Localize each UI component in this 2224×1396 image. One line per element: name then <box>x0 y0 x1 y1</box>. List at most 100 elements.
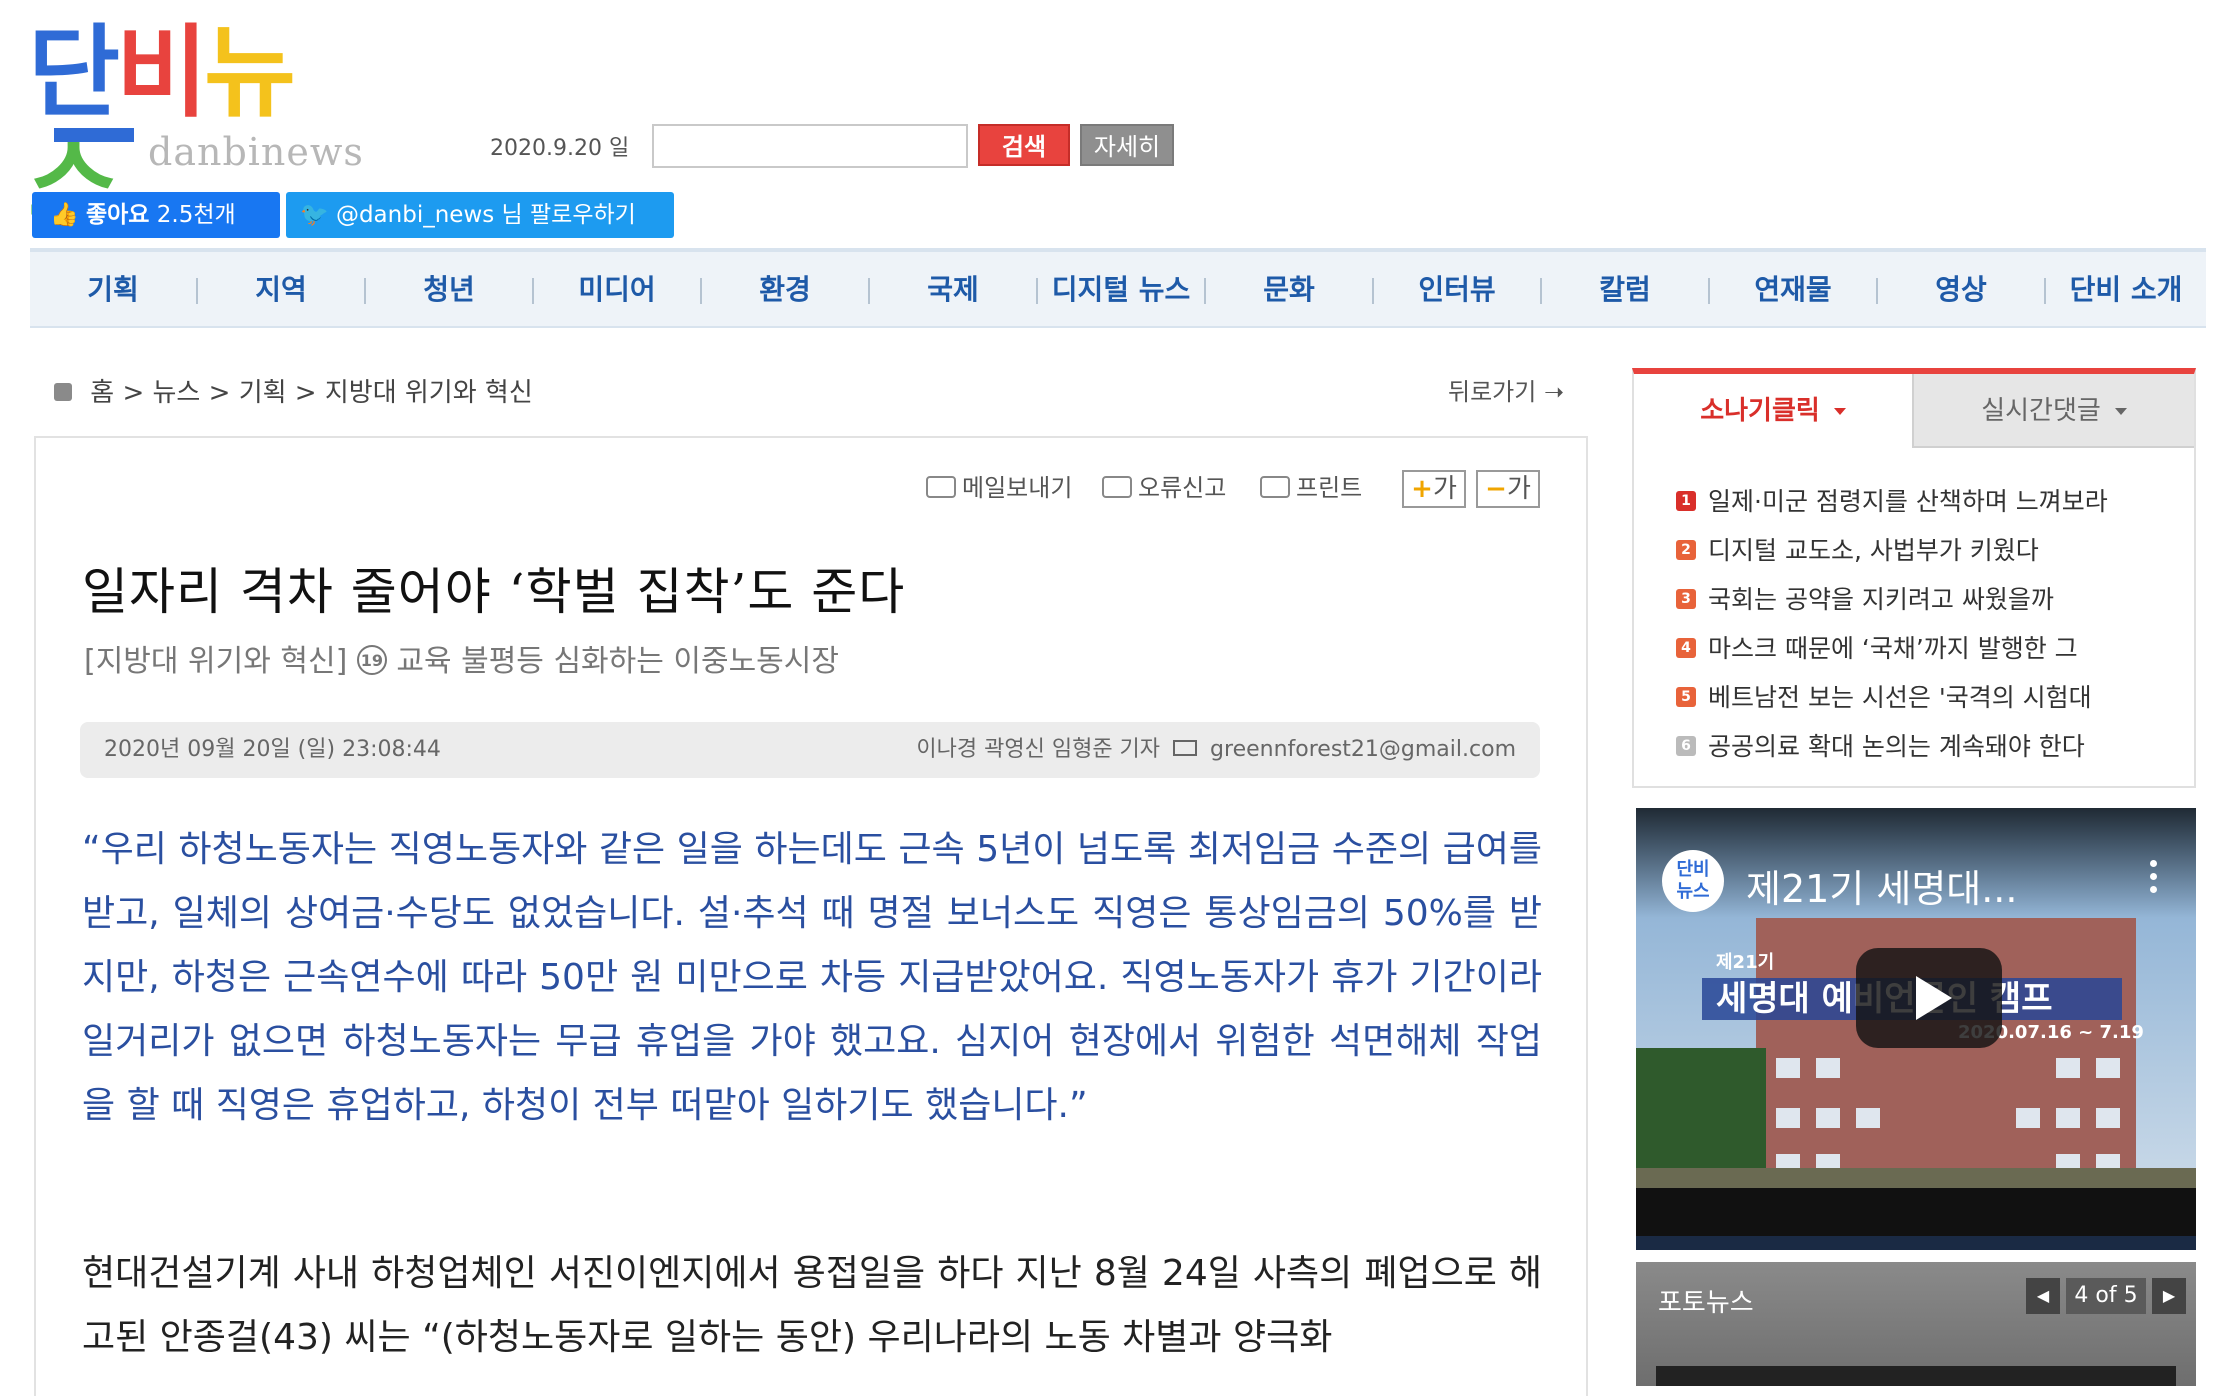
caret-down-icon <box>1833 408 1846 415</box>
breadcrumb-series[interactable]: 지방대 위기와 혁신 <box>325 378 533 408</box>
facebook-like-button[interactable]: 👍 좋아요 2.5천개 <box>32 192 280 238</box>
nav-item-video[interactable]: 영상 <box>1878 252 2044 328</box>
twitter-follow-button[interactable]: 🐦 @danbi_news 님 팔로우하기 <box>286 192 674 238</box>
mail-button[interactable]: 메일보내기 <box>926 470 1072 506</box>
article-headline: 일자리 격차 줄어야 ‘학벌 집착’도 준다 <box>82 563 906 621</box>
breadcrumb-separator: > <box>122 378 145 408</box>
video-thumbnail-trees <box>1636 1048 1766 1188</box>
subhead-series: [지방대 위기와 혁신] <box>84 644 348 679</box>
rank-item[interactable]: 3 국회는 공약을 지키려고 싸웠을까 <box>1676 580 2054 616</box>
rank-title: 베트남전 보는 시선은 '국격의 시험대 <box>1708 683 2092 712</box>
rank-number-badge: 5 <box>1676 687 1696 707</box>
breadcrumb-separator: > <box>294 378 317 408</box>
tab-most-clicked-label: 소나기클릭 <box>1700 396 1820 426</box>
logo-english: danbinews <box>148 130 364 174</box>
print-button[interactable]: 프린트 <box>1260 470 1362 506</box>
video-generation-label: 제21기 <box>1716 952 1775 973</box>
site-logo[interactable]: 단비뉴스 danbinews <box>28 18 363 238</box>
report-label: 오류신고 <box>1138 474 1227 502</box>
printer-icon <box>1260 476 1290 498</box>
photo-news-label: 포토뉴스 <box>1658 1288 1754 1318</box>
font-decrease-button[interactable]: −가 <box>1476 470 1540 508</box>
next-arrow-icon[interactable]: ▶ <box>2152 1278 2186 1314</box>
photo-news-page: 4 of 5 <box>2066 1278 2146 1314</box>
back-link[interactable]: 뒤로가기 ➝ <box>1448 372 1564 407</box>
rank-item[interactable]: 5 베트남전 보는 시선은 '국격의 시험대 <box>1676 678 2092 714</box>
video-thumbnail-ground <box>1636 1168 2196 1188</box>
nav-item-planning[interactable]: 기획 <box>30 252 196 328</box>
mail-label: 메일보내기 <box>962 474 1073 502</box>
rank-title: 국회는 공약을 지키려고 싸웠을까 <box>1708 585 2054 614</box>
breadcrumb-news[interactable]: 뉴스 <box>153 378 201 408</box>
rank-number-badge: 1 <box>1676 491 1696 511</box>
rank-title: 마스크 때문에 ‘국채’까지 발행한 그 <box>1708 634 2078 663</box>
font-up-label: 가 <box>1432 474 1457 504</box>
rank-number-badge: 3 <box>1676 589 1696 609</box>
nav-item-culture[interactable]: 문화 <box>1206 252 1372 328</box>
logo-underline <box>54 128 134 142</box>
mail-icon <box>926 476 956 498</box>
breadcrumb-home[interactable]: 홈 <box>90 378 114 408</box>
back-label: 뒤로가기 <box>1448 378 1537 406</box>
rank-item[interactable]: 6 공공의료 확대 논의는 계속돼야 한다 <box>1676 727 2085 763</box>
caret-down-icon <box>2114 408 2127 415</box>
author-email[interactable]: greennforest21@gmail.com <box>1210 737 1516 762</box>
rank-title: 디지털 교도소, 사법부가 키웠다 <box>1708 536 2039 565</box>
article-subheadline: [지방대 위기와 혁신] 19 교육 불평등 심화하는 이중노동시장 <box>84 636 839 680</box>
search-button[interactable]: 검색 <box>978 124 1070 166</box>
plus-icon: + <box>1411 474 1433 504</box>
report-error-button[interactable]: 오류신고 <box>1102 470 1226 506</box>
article-paragraph: 현대건설기계 사내 하청업체인 서진이엔지에서 용접일을 하다 지난 8월 24… <box>82 1253 1542 1358</box>
article-quote: “우리 하청노동자는 직영노동자와 같은 일을 하는데도 근속 5년이 넘도록 … <box>82 829 1542 1126</box>
breadcrumb-section[interactable]: 기획 <box>239 378 287 408</box>
video-title[interactable]: 제21기 세명대... <box>1746 858 2017 913</box>
video-bottom-bar <box>1636 1236 2196 1250</box>
nav-item-region[interactable]: 지역 <box>198 252 364 328</box>
search-input[interactable] <box>652 124 968 168</box>
nav-item-digital-news[interactable]: 디지털 뉴스 <box>1038 252 1204 328</box>
breadcrumb-separator: > <box>208 378 231 408</box>
article-byline: 이나경 곽영신 임형준 기자 greennforest21@gmail.com <box>916 722 1516 778</box>
detailed-search-button[interactable]: 자세히 <box>1080 124 1174 166</box>
font-increase-button[interactable]: +가 <box>1402 470 1466 508</box>
subhead-number: 19 <box>356 644 387 675</box>
play-button-icon[interactable] <box>1856 948 2002 1048</box>
arrow-right-icon: ➝ <box>1543 378 1565 406</box>
rank-number-badge: 4 <box>1676 638 1696 658</box>
nav-item-international[interactable]: 국제 <box>870 252 1036 328</box>
video-player[interactable]: 단비뉴스 제21기 세명대... 제21기 세명대 예비언론인 캠프 2020.… <box>1636 808 2196 1250</box>
like-count: 2.5천개 <box>156 202 236 228</box>
nav-item-interview[interactable]: 인터뷰 <box>1374 252 1540 328</box>
nav-item-series[interactable]: 연재물 <box>1710 252 1876 328</box>
twitter-bird-icon: 🐦 <box>300 202 329 228</box>
breadcrumb: 홈 > 뉴스 > 기획 > 지방대 위기와 혁신 <box>54 372 533 409</box>
rank-title: 일제·미군 점령지를 산책하며 느껴보라 <box>1708 487 2108 516</box>
rank-item[interactable]: 1 일제·미군 점령지를 산책하며 느껴보라 <box>1676 482 2108 518</box>
tab-most-clicked[interactable]: 소나기클릭 <box>1634 374 1912 448</box>
nav-item-environment[interactable]: 환경 <box>702 252 868 328</box>
like-label: 좋아요 <box>85 202 150 228</box>
nav-item-about[interactable]: 단비 소개 <box>2046 252 2206 328</box>
nav-item-youth[interactable]: 청년 <box>366 252 532 328</box>
siren-icon <box>1102 476 1132 498</box>
rank-number-badge: 2 <box>1676 540 1696 560</box>
nav-item-column[interactable]: 칼럼 <box>1542 252 1708 328</box>
article-meta: 2020년 09월 20일 (일) 23:08:44 이나경 곽영신 임형준 기… <box>80 722 1540 778</box>
print-label: 프린트 <box>1296 474 1363 502</box>
tab-live-comments-label: 실시간댓글 <box>1981 396 2101 426</box>
article-datetime: 2020년 09월 20일 (일) 23:08:44 <box>104 737 441 762</box>
rank-item[interactable]: 4 마스크 때문에 ‘국채’까지 발행한 그 <box>1676 629 2078 665</box>
prev-arrow-icon[interactable]: ◀ <box>2026 1278 2060 1314</box>
envelope-icon <box>1173 740 1198 756</box>
font-down-label: 가 <box>1506 474 1531 504</box>
thumbs-up-icon: 👍 <box>50 202 79 228</box>
channel-logo[interactable]: 단비 뉴스 <box>1662 850 1724 912</box>
main-nav: 기획 지역 청년 미디어 환경 국제 디지털 뉴스 문화 인터뷰 칼럼 연재물 … <box>30 248 2206 328</box>
tab-live-comments[interactable]: 실시간댓글 <box>1912 374 2194 448</box>
more-options-icon[interactable] <box>2150 860 2158 894</box>
rank-title: 공공의료 확대 논의는 계속돼야 한다 <box>1708 732 2085 761</box>
rank-number-badge: 6 <box>1676 736 1696 756</box>
rank-item[interactable]: 2 디지털 교도소, 사법부가 키웠다 <box>1676 531 2039 567</box>
nav-item-media[interactable]: 미디어 <box>534 252 700 328</box>
photo-news-thumbnail[interactable] <box>1656 1366 2176 1386</box>
